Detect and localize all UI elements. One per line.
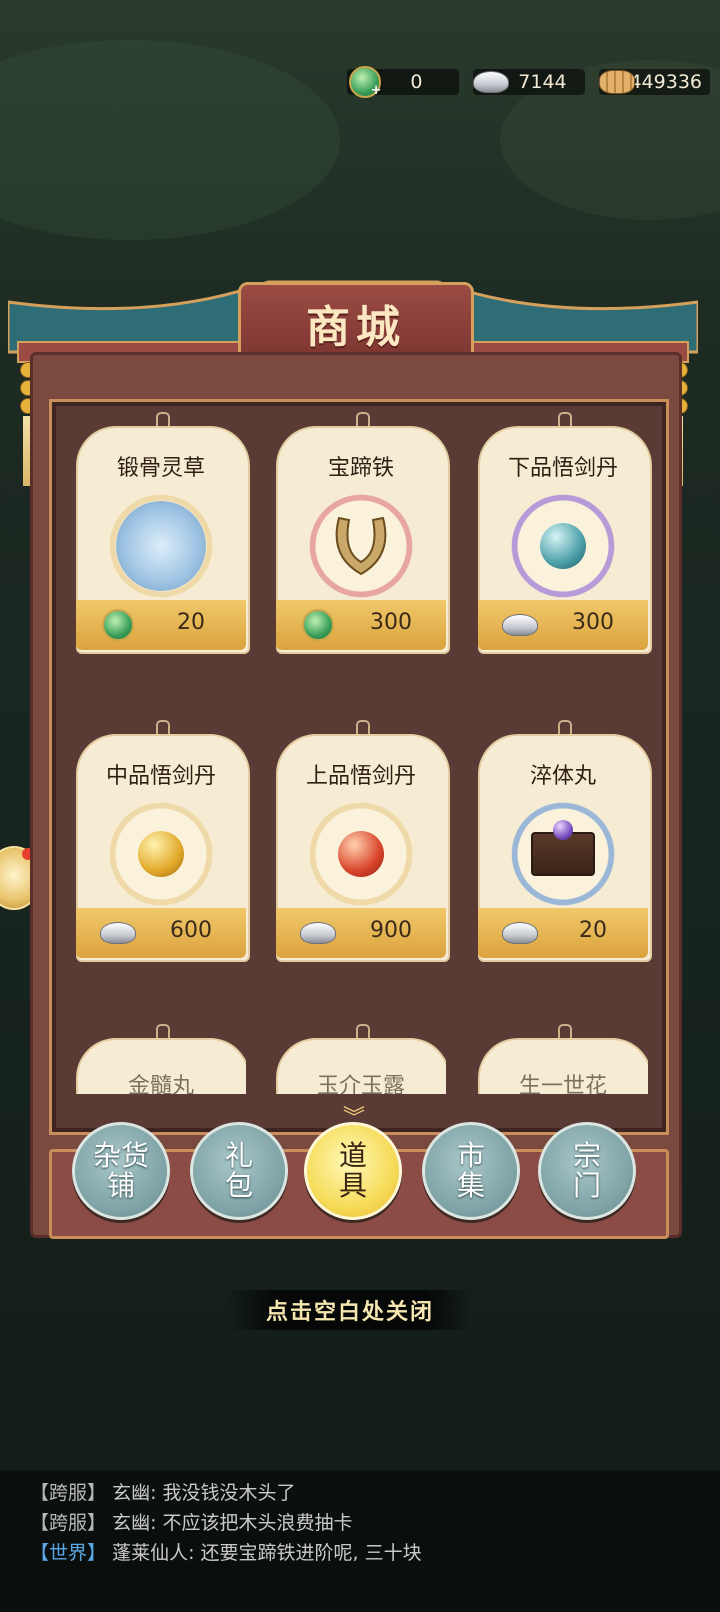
- item-card[interactable]: 生一世花: [478, 1024, 648, 1094]
- item-price: 600: [170, 918, 212, 943]
- item-name: 下品悟剑丹: [507, 456, 618, 481]
- chat-panel[interactable]: 【跨服】 玄幽: 我没钱没木头了 【跨服】 玄幽: 不应该把木头浪费抽卡 【世界…: [0, 1470, 720, 1612]
- price-bar: 20: [478, 908, 648, 958]
- price-bar: 20: [76, 600, 246, 650]
- item-card[interactable]: 下品悟剑丹 300: [478, 412, 652, 654]
- coin-currency: 449336: [599, 66, 710, 98]
- pill-orb-icon: [518, 501, 608, 591]
- coin-amount: 449336: [629, 71, 702, 93]
- item-name: 锻骨灵草: [116, 456, 205, 481]
- tab-label: 杂货铺: [92, 1139, 149, 1202]
- chat-channel: 【世界】: [30, 1542, 107, 1564]
- chat-text: 我没钱没木头了: [162, 1482, 296, 1504]
- silver-ingot-icon: [502, 614, 538, 636]
- chat-text: 不应该把木头浪费抽卡: [162, 1512, 353, 1534]
- silver-currency: 7144: [473, 66, 586, 98]
- item-name: 淬体丸: [529, 764, 596, 789]
- item-name: 上品悟剑丹: [305, 764, 416, 789]
- tab-sect[interactable]: 宗门: [538, 1122, 636, 1220]
- chat-message: 【跨服】 玄幽: 我没钱没木头了: [30, 1482, 296, 1504]
- chat-sender: 玄幽: [112, 1512, 151, 1534]
- shop-panel: 商城 锻骨灵草 20 宝蹄铁 300 下品悟剑丹 300 中品悟剑丹 600 上…: [8, 262, 698, 1272]
- tab-label: 市集: [456, 1139, 485, 1202]
- pill-orb-icon: [116, 809, 206, 899]
- price-bar: 300: [478, 600, 648, 650]
- chat-sender: 蓬莱仙人: [112, 1542, 189, 1564]
- item-card[interactable]: 玉介玉露: [276, 1024, 446, 1094]
- item-grid: 锻骨灵草 20 宝蹄铁 300 下品悟剑丹 300 中品悟剑丹 600 上品悟剑…: [49, 399, 669, 1135]
- page-title: 商城: [306, 302, 406, 353]
- item-price: 20: [177, 610, 205, 635]
- background-scenery: [0, 40, 340, 240]
- chat-channel: 【跨服】: [30, 1482, 107, 1504]
- treasure-chest-icon: [518, 809, 608, 899]
- currency-bar: + 0 7144 449336: [347, 66, 710, 98]
- item-card[interactable]: 宝蹄铁 300: [276, 412, 450, 654]
- tab-market[interactable]: 市集: [422, 1122, 520, 1220]
- item-card[interactable]: 中品悟剑丹 600: [76, 720, 250, 962]
- jade-dragon-icon: [102, 609, 134, 641]
- chat-message: 【跨服】 玄幽: 不应该把木头浪费抽卡: [30, 1512, 353, 1534]
- chat-text: 还要宝蹄铁进阶呢, 三十块: [200, 1542, 422, 1564]
- item-price: 900: [370, 918, 412, 943]
- item-card[interactable]: 锻骨灵草 20: [76, 412, 250, 654]
- tab-gift-pack[interactable]: 礼包: [190, 1122, 288, 1220]
- price-bar: 600: [76, 908, 246, 958]
- item-name: 中品悟剑丹: [105, 764, 216, 789]
- tab-label: 礼包: [224, 1139, 253, 1202]
- item-card[interactable]: 金髓丸: [76, 1024, 246, 1094]
- item-name: 宝蹄铁: [327, 456, 394, 481]
- item-price: 300: [572, 610, 614, 635]
- silver-ingot-icon: [502, 922, 538, 944]
- silver-ingot-icon: [100, 922, 136, 944]
- tab-label: 道具: [338, 1139, 367, 1202]
- price-bar: 900: [276, 908, 446, 958]
- plus-icon: +: [370, 83, 382, 98]
- price-bar: 300: [276, 600, 446, 650]
- silver-ingot-icon: [473, 71, 510, 93]
- silver-ingot-icon: [300, 922, 336, 944]
- jade-dragon-icon: [302, 609, 334, 641]
- silver-amount: 7144: [518, 71, 567, 93]
- herb-icon: [116, 501, 206, 591]
- horseshoe-icon: [316, 501, 406, 591]
- jade-currency[interactable]: + 0: [347, 66, 460, 98]
- item-name: 生一世花: [518, 1074, 607, 1094]
- tab-label: 宗门: [572, 1139, 601, 1202]
- chat-channel: 【跨服】: [30, 1512, 107, 1534]
- item-price: 20: [579, 918, 607, 943]
- item-card[interactable]: 淬体丸 20: [478, 720, 652, 962]
- tab-general-store[interactable]: 杂货铺: [72, 1122, 170, 1220]
- chat-sender: 玄幽: [112, 1482, 151, 1504]
- jade-amount: 0: [410, 71, 423, 93]
- coins-icon: [599, 70, 636, 94]
- chat-message: 【世界】 蓬莱仙人: 还要宝蹄铁进阶呢, 三十块: [30, 1542, 422, 1564]
- item-card[interactable]: 上品悟剑丹 900: [276, 720, 450, 962]
- pill-orb-icon: [316, 809, 406, 899]
- item-name: 金髓丸: [127, 1074, 194, 1094]
- close-hint[interactable]: 点击空白处关闭: [226, 1290, 474, 1330]
- item-price: 300: [370, 610, 412, 635]
- tab-props[interactable]: 道具: [304, 1122, 402, 1220]
- item-name: 玉介玉露: [316, 1074, 405, 1094]
